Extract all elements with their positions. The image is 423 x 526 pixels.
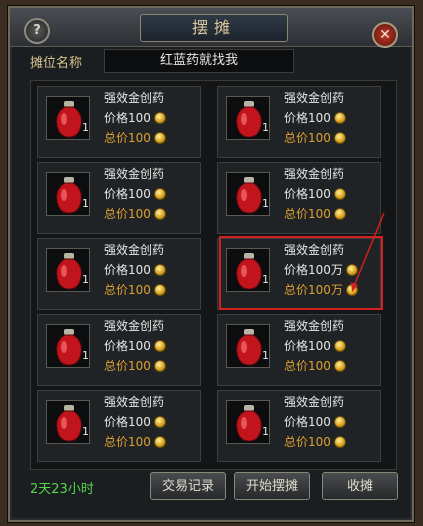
trade-log-button[interactable]: 交易记录: [150, 472, 226, 500]
close-stall-button[interactable]: 收摊: [322, 472, 398, 500]
annotation-arrow: [351, 212, 385, 292]
start-stall-button[interactable]: 开始摆摊: [234, 472, 310, 500]
stall-timer: 2天23小时: [30, 482, 94, 497]
